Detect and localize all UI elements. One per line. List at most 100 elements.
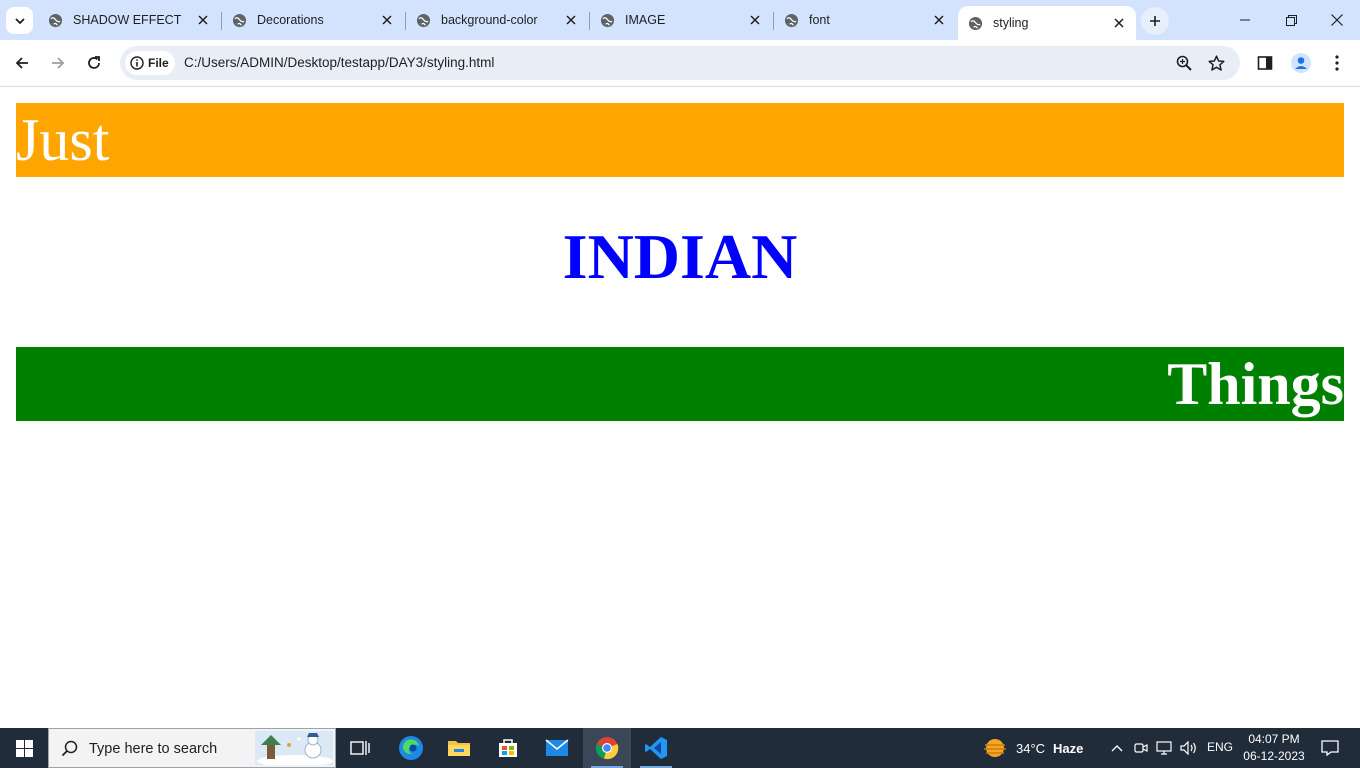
browser-tab-strip: SHADOW EFFECT Decorations background-col…	[0, 0, 1360, 40]
search-icon	[61, 740, 78, 757]
meet-now-button[interactable]	[1131, 738, 1151, 758]
mail-app[interactable]	[533, 728, 581, 768]
site-info-chip[interactable]: File	[125, 51, 175, 75]
search-placeholder: Type here to search	[89, 741, 218, 757]
side-panel-button[interactable]	[1250, 48, 1280, 78]
arrow-left-icon	[15, 57, 28, 69]
chevron-down-icon	[14, 17, 25, 24]
close-icon[interactable]	[746, 11, 764, 29]
network-button[interactable]	[1155, 738, 1175, 758]
close-icon[interactable]	[562, 11, 580, 29]
tab-title: Decorations	[257, 13, 324, 27]
forward-button[interactable]	[43, 48, 73, 78]
tab-decorations[interactable]: Decorations	[220, 6, 404, 34]
notifications-button[interactable]	[1310, 728, 1350, 768]
clock[interactable]: 04:07 PM 06-12-2023	[1238, 731, 1310, 765]
reload-button[interactable]	[79, 48, 109, 78]
store-icon	[499, 739, 517, 757]
band-text-things: Things	[1167, 351, 1344, 417]
haze-sun-icon	[984, 739, 1006, 757]
chrome-icon	[595, 737, 619, 760]
back-button[interactable]	[7, 48, 37, 78]
zoom-icon	[1176, 55, 1192, 71]
green-band: Things	[16, 347, 1344, 421]
task-view-icon	[350, 741, 370, 755]
tab-styling[interactable]: styling	[958, 6, 1136, 40]
chrome-app[interactable]	[583, 728, 631, 768]
menu-button[interactable]	[1322, 48, 1352, 78]
more-vert-icon	[1335, 55, 1339, 71]
minimize-button[interactable]	[1222, 0, 1268, 40]
scheme-label: File	[148, 56, 169, 70]
globe-icon	[232, 13, 247, 27]
tab-search-button[interactable]	[6, 7, 33, 34]
globe-icon	[600, 13, 615, 27]
windows-taskbar: Type here to search 34°C Haze ENG 04:07 …	[0, 728, 1360, 768]
taskbar-search-box[interactable]: Type here to search	[48, 728, 336, 768]
tab-title: SHADOW EFFECT	[73, 13, 182, 27]
weather-temperature: 34°C	[1016, 740, 1046, 756]
close-icon[interactable]	[1110, 14, 1128, 32]
windows-logo-icon	[15, 739, 33, 757]
tab-shadow-effect[interactable]: SHADOW EFFECT	[36, 6, 220, 34]
input-language[interactable]: ENG	[1207, 740, 1233, 754]
show-hidden-icons-button[interactable]	[1107, 738, 1127, 758]
bookmark-button[interactable]	[1204, 51, 1228, 75]
close-window-button[interactable]	[1314, 0, 1360, 40]
band-text-just: Just	[16, 107, 110, 173]
new-tab-button[interactable]	[1141, 7, 1169, 35]
url-text[interactable]: C:/Users/ADMIN/Desktop/testapp/DAY3/styl…	[184, 55, 494, 70]
address-bar[interactable]: File C:/Users/ADMIN/Desktop/testapp/DAY3…	[120, 46, 1240, 80]
globe-icon	[416, 13, 431, 27]
microsoft-store-app[interactable]	[484, 728, 532, 768]
tab-title: background-color	[441, 13, 538, 27]
speaker-icon	[1180, 741, 1196, 755]
indian-heading: INDIAN	[562, 221, 798, 292]
globe-icon	[968, 16, 983, 30]
avatar-icon	[1291, 53, 1311, 73]
info-icon	[130, 56, 144, 70]
close-icon[interactable]	[378, 11, 396, 29]
search-highlight-art-icon	[255, 731, 333, 765]
globe-icon	[48, 13, 63, 27]
tab-image[interactable]: IMAGE	[588, 6, 772, 34]
orange-band: Just	[16, 103, 1344, 177]
start-button[interactable]	[0, 728, 48, 768]
camera-icon	[1134, 743, 1148, 753]
star-icon	[1207, 54, 1225, 71]
restore-icon	[1285, 14, 1297, 26]
notification-icon	[1321, 740, 1339, 756]
tab-title: IMAGE	[625, 13, 666, 27]
page-content: Just INDIAN Things	[0, 87, 1360, 728]
mail-icon	[545, 739, 569, 756]
weather-condition: Haze	[1053, 740, 1084, 756]
arrow-right-icon	[52, 57, 65, 69]
reload-icon	[88, 56, 100, 69]
close-icon[interactable]	[194, 11, 212, 29]
side-panel-icon	[1257, 56, 1273, 70]
clock-time: 04:07 PM	[1248, 732, 1300, 746]
restore-button[interactable]	[1268, 0, 1314, 40]
edge-app[interactable]	[387, 728, 435, 768]
tab-font[interactable]: font	[772, 6, 956, 34]
network-icon	[1156, 741, 1172, 755]
browser-toolbar: File C:/Users/ADMIN/Desktop/testapp/DAY3…	[0, 40, 1360, 87]
tab-title: styling	[993, 16, 1029, 30]
minimize-icon	[1240, 19, 1250, 21]
tab-title: font	[809, 13, 830, 27]
edge-icon	[399, 736, 423, 760]
volume-button[interactable]	[1179, 738, 1199, 758]
tab-background-color[interactable]: background-color	[404, 6, 588, 34]
file-explorer-app[interactable]	[435, 728, 483, 768]
profile-button[interactable]	[1286, 48, 1316, 78]
plus-icon	[1150, 16, 1160, 26]
task-view-button[interactable]	[336, 728, 384, 768]
chevron-up-icon	[1111, 745, 1123, 752]
vscode-icon	[645, 737, 667, 759]
folder-icon	[448, 741, 470, 756]
vscode-app[interactable]	[632, 728, 680, 768]
weather-widget[interactable]: 34°C Haze	[982, 728, 1083, 768]
zoom-button[interactable]	[1172, 51, 1196, 75]
close-icon[interactable]	[930, 11, 948, 29]
globe-icon	[784, 13, 799, 27]
